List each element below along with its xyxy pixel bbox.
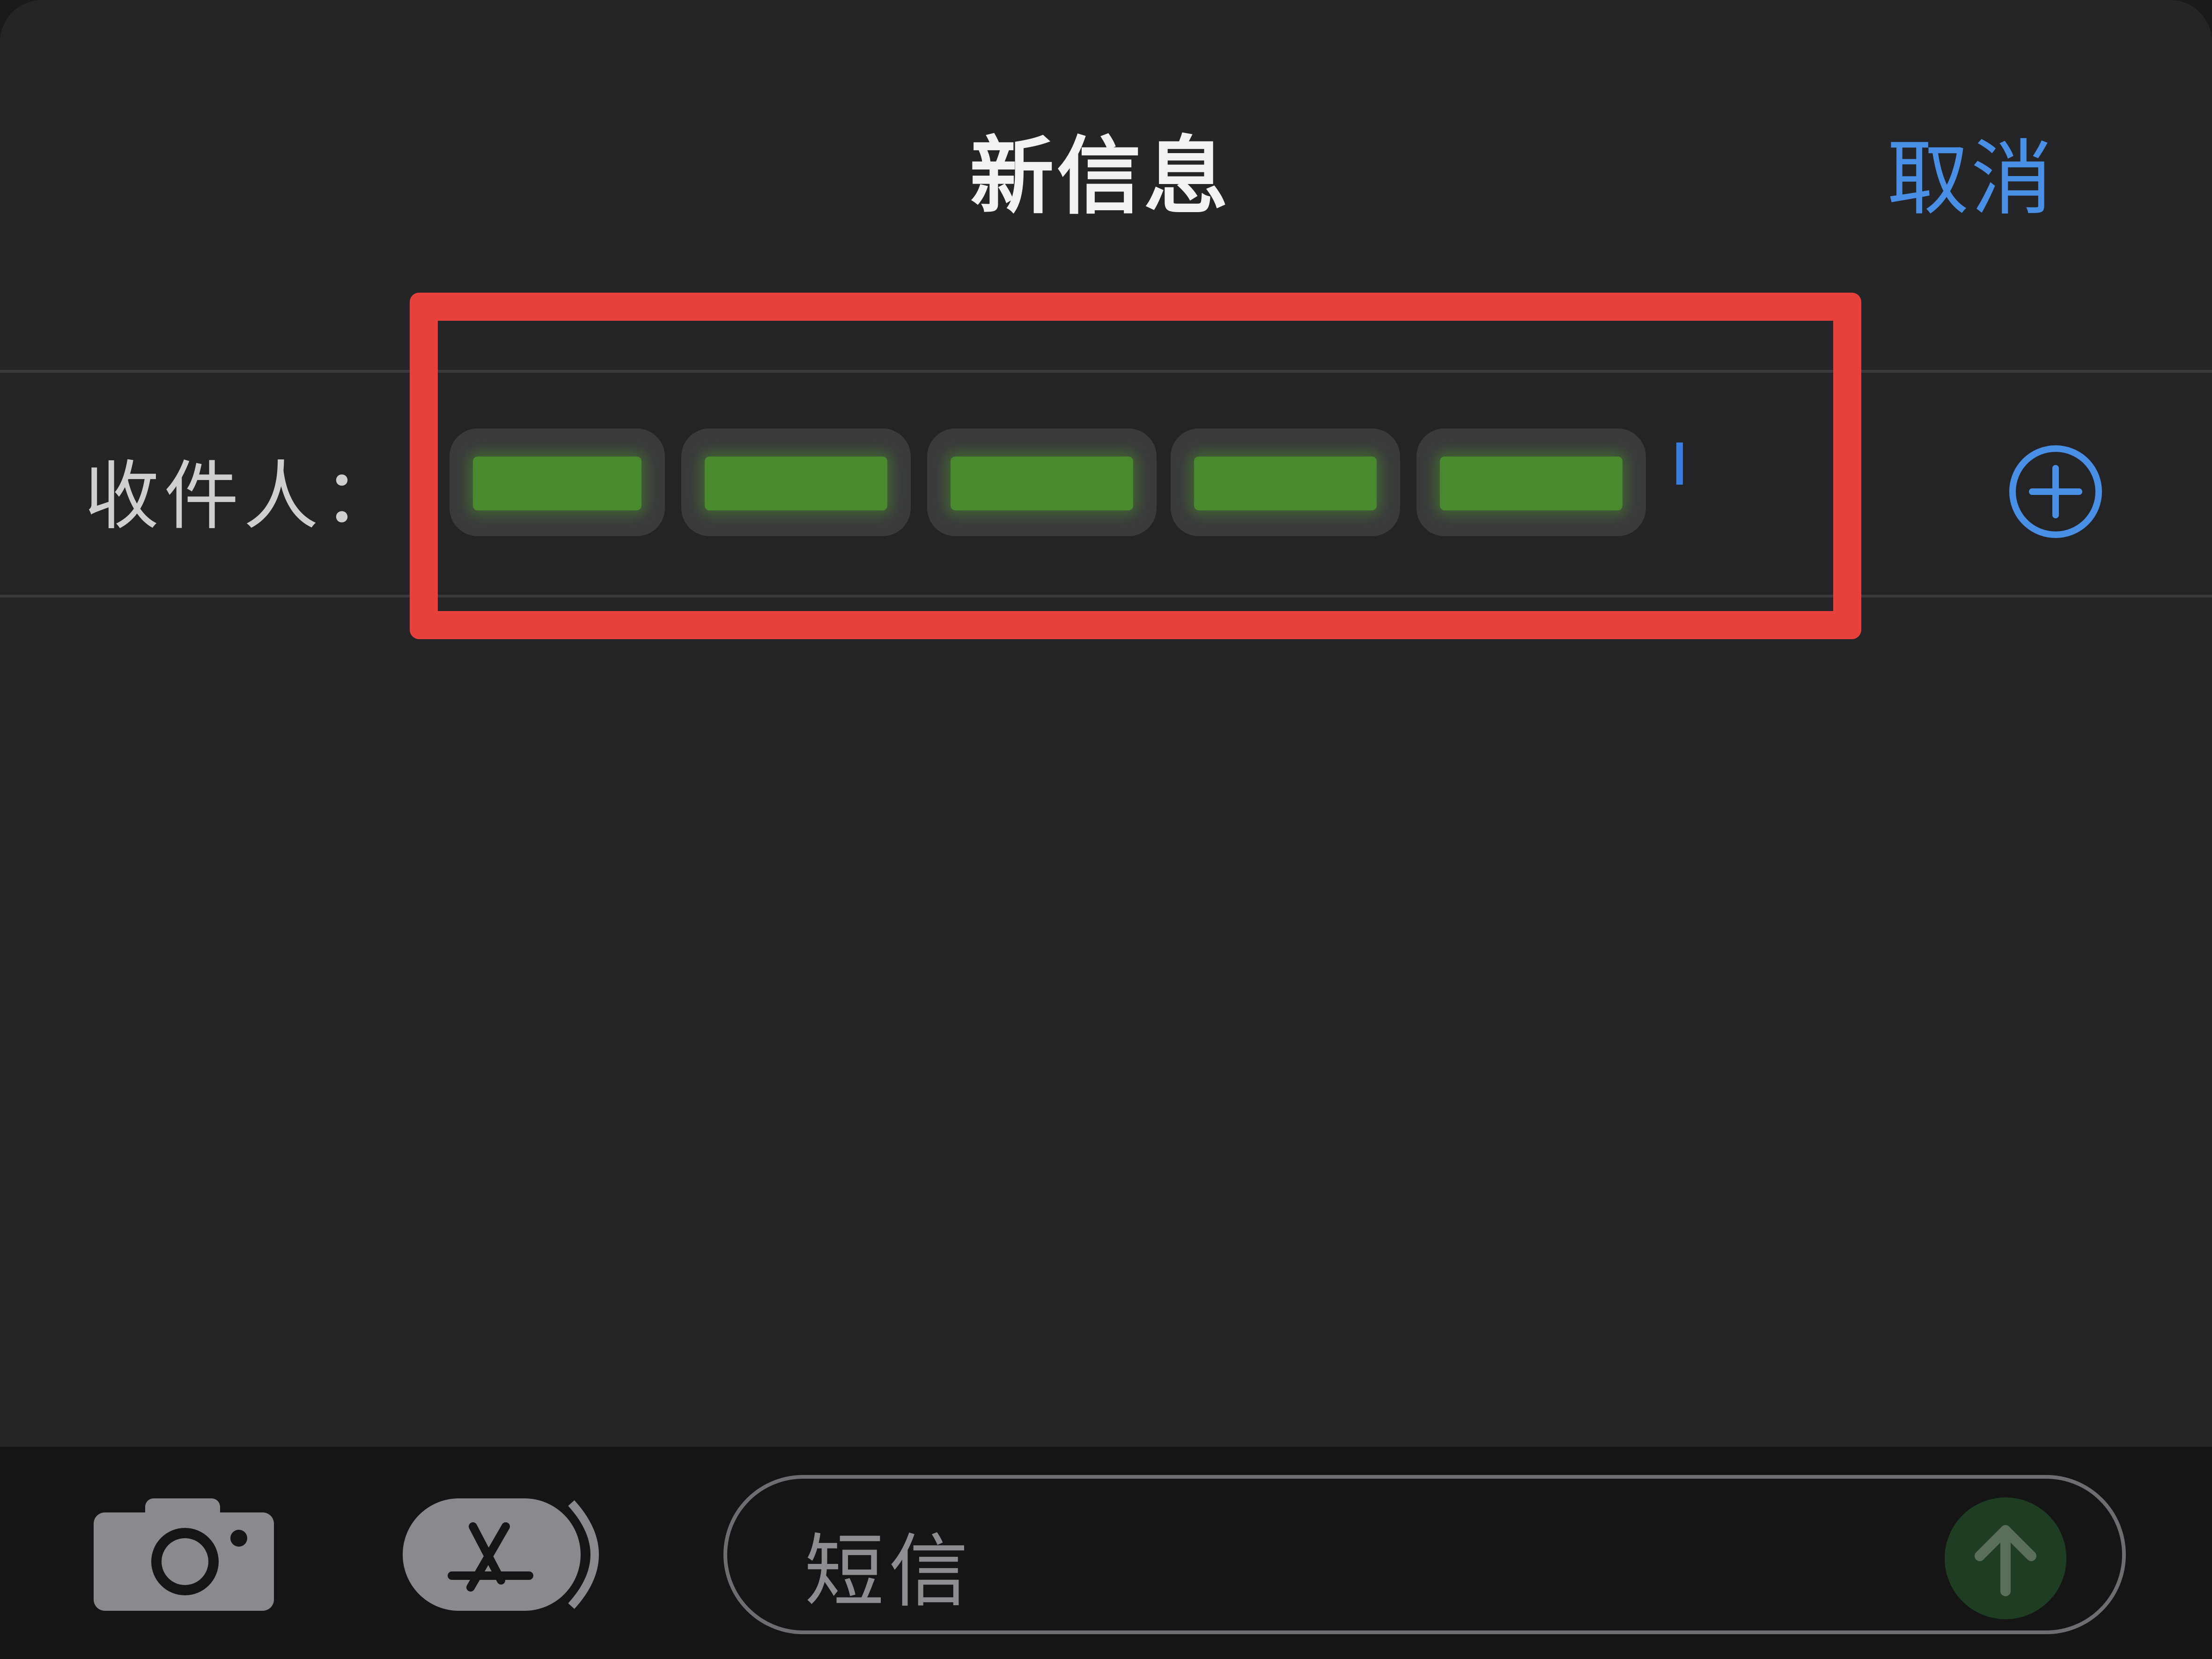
- add-recipient-button[interactable]: [1992, 445, 2119, 538]
- arrow-up-icon: [1975, 1525, 2036, 1596]
- message-input[interactable]: 短信: [723, 1475, 2126, 1634]
- cancel-button[interactable]: 取消: [1887, 112, 2112, 231]
- camera-icon: [94, 1498, 274, 1611]
- message-placeholder: 短信: [804, 1526, 973, 1618]
- camera-button[interactable]: [94, 1498, 276, 1611]
- plus-circle-icon: [2009, 445, 2102, 538]
- recipient-label: 收件人：: [84, 452, 403, 540]
- page-title: 新信息: [969, 128, 1231, 226]
- app-store-button[interactable]: [403, 1498, 623, 1611]
- send-button[interactable]: [1945, 1497, 2066, 1619]
- new-message-screen: 新信息 取消 收件人： 短信: [0, 0, 2212, 1659]
- highlight-box: [410, 293, 1861, 639]
- app-store-icon: [403, 1498, 599, 1611]
